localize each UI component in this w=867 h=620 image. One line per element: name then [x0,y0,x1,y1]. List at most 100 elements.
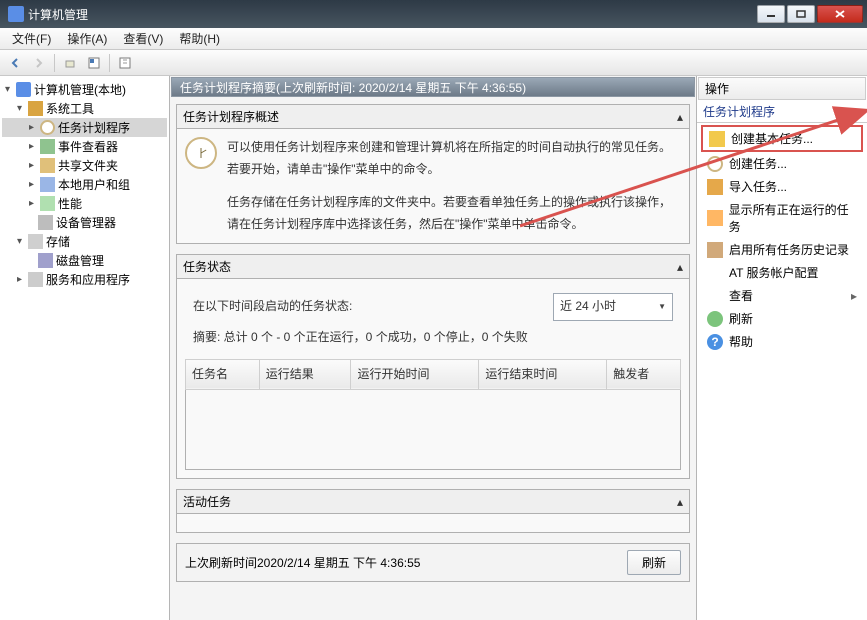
menu-file[interactable]: 文件(F) [4,28,59,49]
tree-local-users[interactable]: ▸ 本地用户和组 [2,175,167,194]
task-table: 任务名 运行结果 运行开始时间 运行结束时间 触发者 [185,359,681,471]
tree-device-manager[interactable]: 设备管理器 [2,213,167,232]
menubar: 文件(F) 操作(A) 查看(V) 帮助(H) [0,28,867,50]
expand-icon[interactable]: ▸ [26,122,37,133]
menu-help[interactable]: 帮助(H) [171,28,228,49]
tree-pane[interactable]: ▾ 计算机管理(本地) ▾ 系统工具 ▸ 任务计划程序 ▸ 事件查看器 ▸ 共享… [0,76,170,620]
tree-label: 存储 [46,233,70,250]
action-label: 刷新 [729,310,753,327]
active-card: 活动任务 ▴ [176,489,690,533]
tree-label: 本地用户和组 [58,176,130,193]
toolbar-up-icon[interactable] [59,53,81,73]
action-create-basic[interactable]: 创建基本任务... [701,125,863,152]
refresh-button[interactable]: 刷新 [627,550,681,575]
footer-text: 上次刷新时间2020/2/14 星期五 下午 4:36:55 [185,554,420,571]
action-help[interactable]: ? 帮助 [701,330,863,353]
window-title: 计算机管理 [28,6,755,23]
tree-label: 磁盘管理 [56,252,104,269]
running-icon [707,210,723,226]
menu-action[interactable]: 操作(A) [59,28,115,49]
menu-view[interactable]: 查看(V) [115,28,171,49]
tree-label: 系统工具 [46,100,94,117]
col-end[interactable]: 运行结束时间 [479,359,607,390]
tree-label: 设备管理器 [56,214,116,231]
action-import[interactable]: 导入任务... [701,175,863,198]
collapse-icon[interactable]: ▴ [855,105,861,119]
overview-header: 任务计划程序概述 [183,108,279,125]
action-create-task[interactable]: 创建任务... [701,152,863,175]
action-at-service[interactable]: AT 服务帐户配置 [701,261,863,284]
close-button[interactable] [817,5,863,23]
tree-shared-folders[interactable]: ▸ 共享文件夹 [2,156,167,175]
computer-icon [16,82,31,97]
services-icon [28,272,43,287]
collapse-icon[interactable]: ▴ [677,110,683,124]
tree-disk-mgmt[interactable]: 磁盘管理 [2,251,167,270]
tree-label: 共享文件夹 [58,157,118,174]
footer: 上次刷新时间2020/2/14 星期五 下午 4:36:55 刷新 [176,543,690,582]
tree-root[interactable]: ▾ 计算机管理(本地) [2,80,167,99]
action-view[interactable]: 查看 ▸ [701,284,863,307]
collapse-icon[interactable]: ▾ [14,103,25,114]
center-content[interactable]: 任务计划程序概述 ▴ 可以使用任务计划程序来创建和管理计算机将在所指定的时间自动… [170,98,696,620]
tree-performance[interactable]: ▸ 性能 [2,194,167,213]
tree-system-tools[interactable]: ▾ 系统工具 [2,99,167,118]
toolbar-forward-icon[interactable] [28,53,50,73]
status-header: 任务状态 [183,258,231,275]
expand-icon[interactable]: ▸ [26,160,37,171]
toolbar-refresh-icon[interactable] [83,53,105,73]
collapse-icon[interactable]: ▴ [677,260,683,274]
overview-text-2: 任务存储在任务计划程序库的文件夹中。若要查看单独任务上的操作或执行该操作，请在任… [227,192,681,235]
clock-icon [707,156,723,172]
toolbar-separator [109,54,110,72]
toolbar [0,50,867,76]
clock-icon [185,137,217,169]
action-label: 查看 [729,287,753,304]
time-range-select[interactable]: 近 24 小时 [553,293,673,321]
status-summary: 摘要: 总计 0 个 - 0 个正在运行，0 个成功，0 个停止，0 个失败 [185,327,681,359]
collapse-icon[interactable]: ▴ [677,495,683,509]
help-icon: ? [707,334,723,350]
action-label: 导入任务... [729,178,787,195]
refresh-icon [707,311,723,327]
device-icon [38,215,53,230]
import-icon [707,179,723,195]
app-icon [8,6,24,22]
tree-services-apps[interactable]: ▸ 服务和应用程序 [2,270,167,289]
event-icon [40,139,55,154]
history-icon [707,242,723,258]
expand-icon[interactable]: ▸ [26,198,37,209]
view-icon [707,288,723,304]
expand-icon[interactable]: ▸ [26,179,37,190]
action-enable-history[interactable]: 启用所有任务历史记录 [701,238,863,261]
action-label: 创建任务... [729,155,787,172]
storage-icon [28,234,43,249]
expand-icon[interactable]: ▸ [26,141,37,152]
tree-label: 事件查看器 [58,138,118,155]
active-header: 活动任务 [183,493,231,510]
col-trigger[interactable]: 触发者 [607,359,681,390]
action-show-running[interactable]: 显示所有正在运行的任务 [701,198,863,238]
tree-event-viewer[interactable]: ▸ 事件查看器 [2,137,167,156]
center-title-text: 任务计划程序摘要(上次刷新时间: 2020/2/14 星期五 下午 4:36:5… [180,79,526,96]
toolbar-back-icon[interactable] [4,53,26,73]
col-start[interactable]: 运行开始时间 [351,359,479,390]
action-label: 帮助 [729,333,753,350]
action-label: 创建基本任务... [731,130,813,147]
overview-card: 任务计划程序概述 ▴ 可以使用任务计划程序来创建和管理计算机将在所指定的时间自动… [176,104,690,244]
maximize-button[interactable] [787,5,815,23]
tree-label: 任务计划程序 [58,119,130,136]
collapse-icon[interactable]: ▾ [2,84,13,95]
expand-icon[interactable]: ▸ [14,274,25,285]
action-refresh[interactable]: 刷新 [701,307,863,330]
col-name[interactable]: 任务名 [186,359,260,390]
toolbar-help-icon[interactable] [114,53,136,73]
tree-storage[interactable]: ▾ 存储 [2,232,167,251]
tree-task-scheduler[interactable]: ▸ 任务计划程序 [2,118,167,137]
col-result[interactable]: 运行结果 [259,359,351,390]
performance-icon [40,196,55,211]
collapse-icon[interactable]: ▾ [14,236,25,247]
disk-icon [38,253,53,268]
titlebar: 计算机管理 [0,0,867,28]
minimize-button[interactable] [757,5,785,23]
